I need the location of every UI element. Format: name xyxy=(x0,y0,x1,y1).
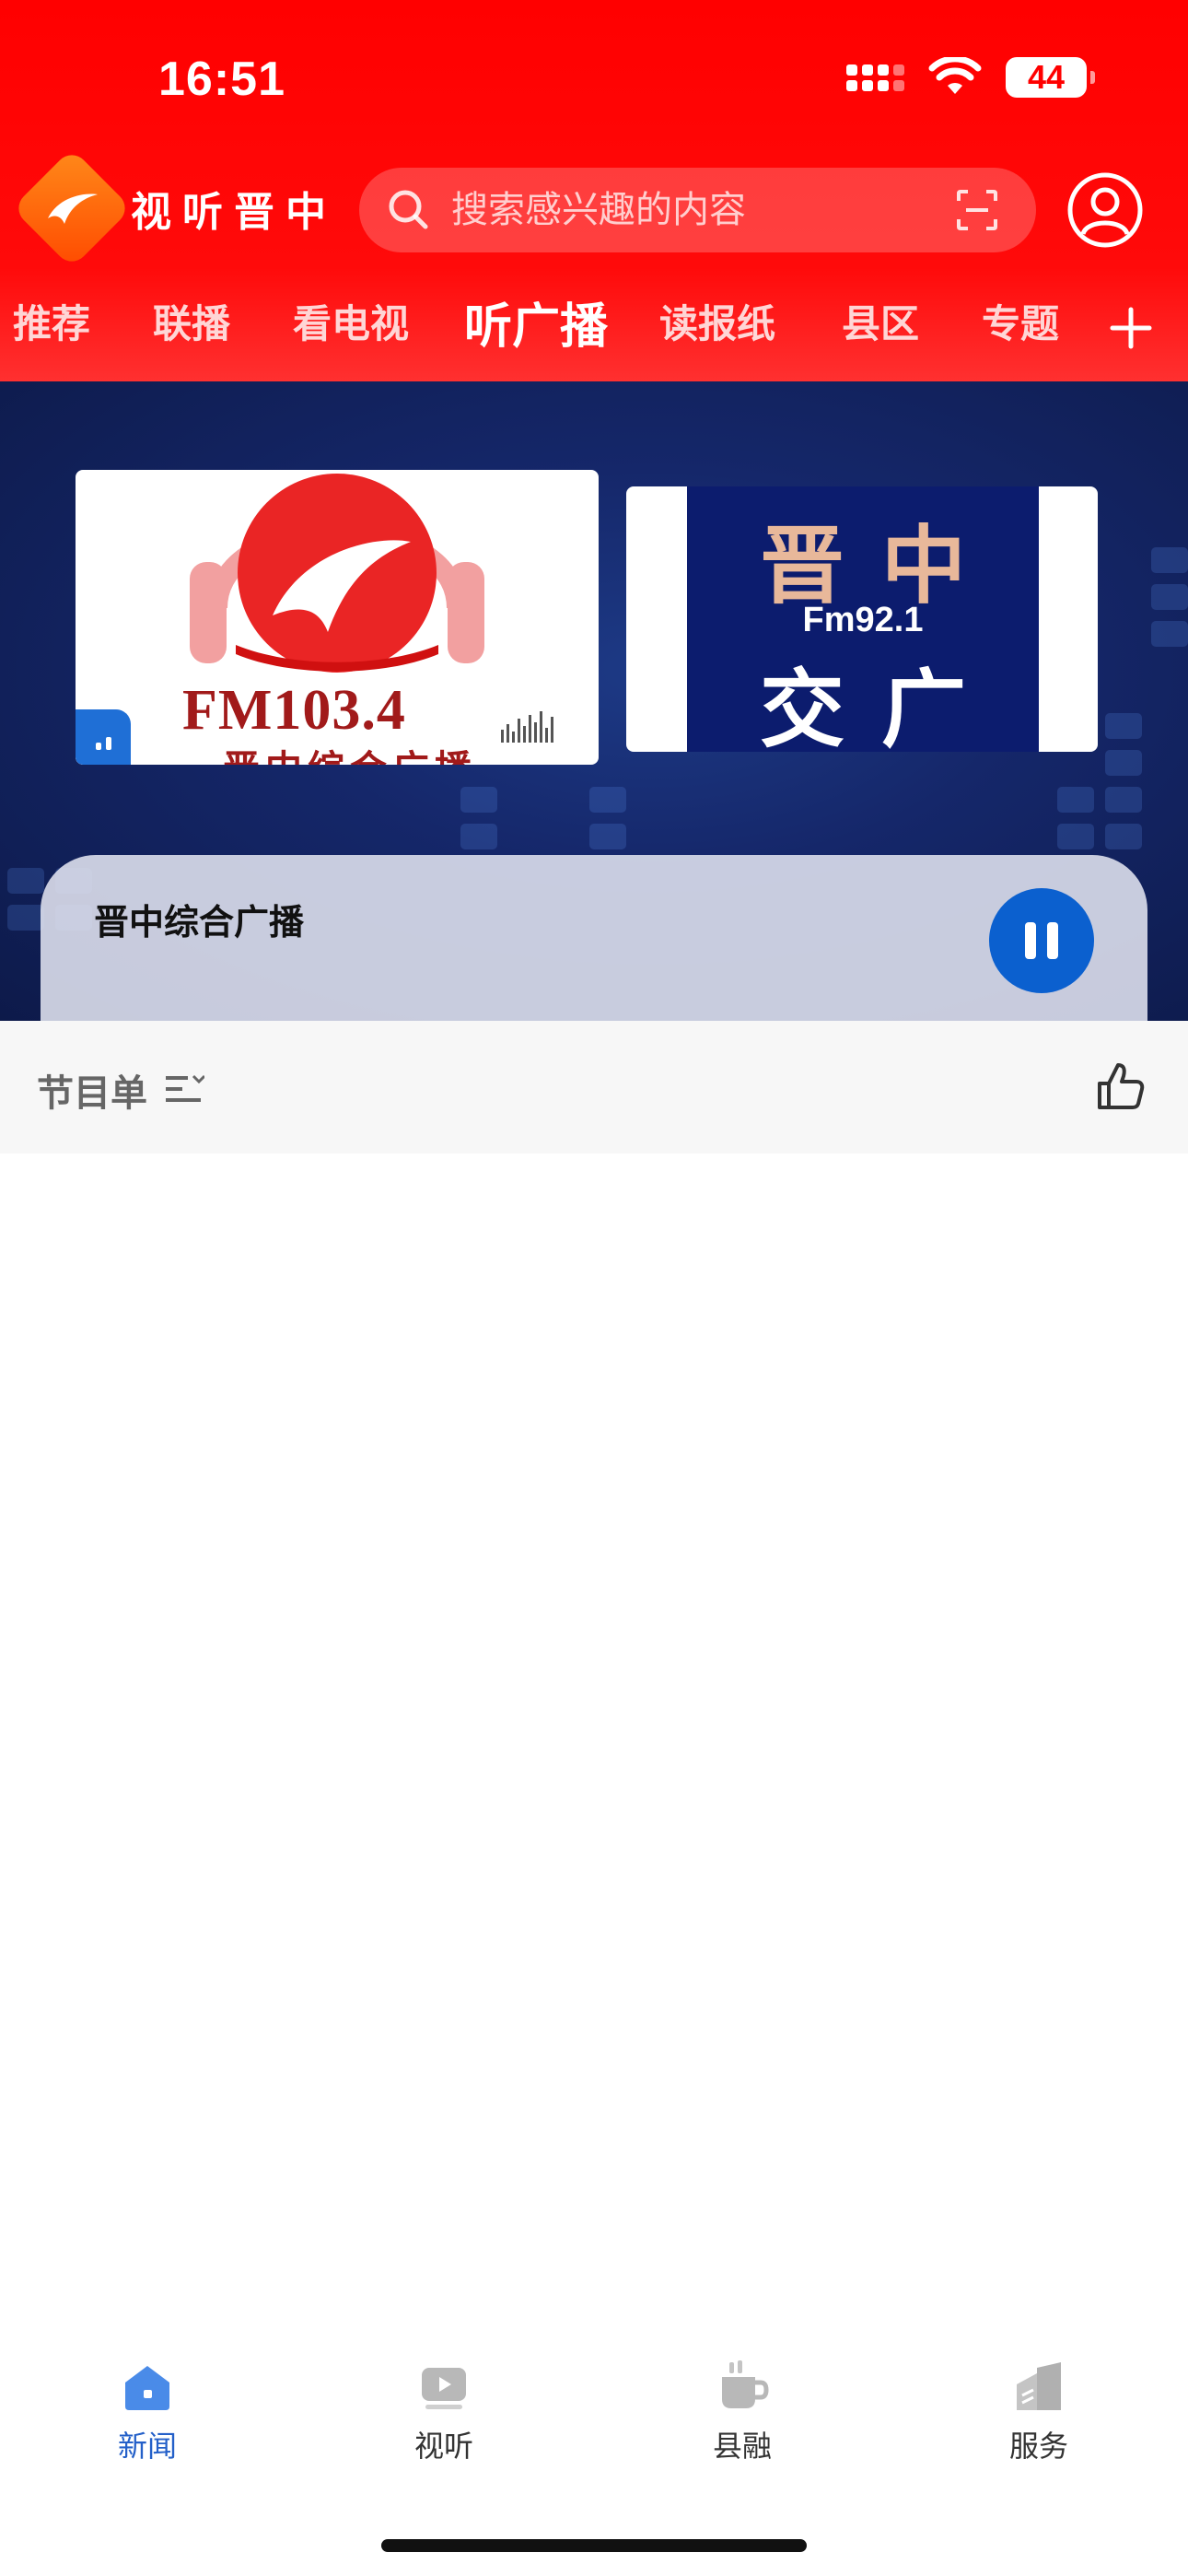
list-icon[interactable] xyxy=(164,1072,204,1106)
like-icon[interactable] xyxy=(1094,1061,1146,1113)
now-playing-panel: 晋中综合广播 xyxy=(41,855,1147,1021)
search-bar[interactable] xyxy=(359,168,1036,252)
nav-news-label: 新闻 xyxy=(117,2429,177,2464)
tab-tv[interactable]: 看电视 xyxy=(293,293,409,349)
app-header: 16:51 44 视听晋中 搜索感兴趣的内容 推荐 联播 看电视 听广播 读报纸… xyxy=(0,0,1188,381)
radio-hero: FM103.4 晋中综合广播 晋中 Fm92.1 交广 晋中综合广播 xyxy=(0,381,1188,1021)
nav-county-media[interactable]: 县融 xyxy=(650,2359,834,2465)
scan-icon[interactable] xyxy=(955,188,999,232)
status-time: 16:51 xyxy=(158,53,285,106)
pause-icon xyxy=(1025,922,1036,959)
category-tabs: 推荐 联播 看电视 听广播 读报纸 县区 专题 xyxy=(0,293,1188,367)
tab-radio[interactable]: 听广播 xyxy=(464,287,608,357)
station-subtitle-text: 晋中综合广播 xyxy=(223,739,477,765)
now-playing-badge-icon xyxy=(76,709,131,765)
tab-newspaper[interactable]: 读报纸 xyxy=(659,293,775,349)
headphone-logo-icon xyxy=(190,474,484,673)
battery-icon: 44 xyxy=(1006,57,1095,98)
add-tab-icon[interactable] xyxy=(1109,306,1153,350)
station-frequency-text: FM103.4 xyxy=(182,679,406,742)
station-logo-frequency: Fm92.1 xyxy=(802,601,924,639)
user-profile-icon[interactable] xyxy=(1066,171,1144,249)
cellular-signal-icon xyxy=(846,64,904,91)
brand-logo: 视听晋中 xyxy=(11,147,337,269)
play-icon xyxy=(422,2368,466,2409)
wifi-icon xyxy=(928,57,982,94)
nav-services[interactable]: 服务 xyxy=(947,2359,1131,2465)
cup-icon xyxy=(722,2360,769,2408)
brand-name: 视听晋中 xyxy=(131,189,337,236)
nav-county-media-label: 县融 xyxy=(712,2429,772,2464)
station-card-fm921[interactable]: 晋中 Fm92.1 交广 xyxy=(626,486,1098,752)
nav-services-label: 服务 xyxy=(1008,2429,1068,2464)
building-icon xyxy=(1017,2362,1061,2410)
tab-broadcast[interactable]: 联播 xyxy=(153,293,230,349)
tab-recommend[interactable]: 推荐 xyxy=(13,293,90,349)
nav-media[interactable]: 视听 xyxy=(352,2359,536,2465)
program-schedule-bar: 节目单 xyxy=(0,1021,1188,1153)
search-icon xyxy=(389,190,428,229)
program-schedule-label[interactable]: 节目单 xyxy=(37,1063,147,1117)
station-logo-bottom: 交广 xyxy=(759,661,1003,752)
current-station-name: 晋中综合广播 xyxy=(94,902,305,943)
status-icons: 44 xyxy=(846,57,1095,98)
brand-mark-icon xyxy=(11,147,133,269)
bars-graphic-icon xyxy=(501,711,553,743)
home-icon xyxy=(125,2366,169,2410)
station-card-fm1034[interactable]: FM103.4 晋中综合广播 xyxy=(76,470,599,765)
tab-county[interactable]: 县区 xyxy=(842,293,919,349)
nav-news[interactable]: 新闻 xyxy=(55,2359,239,2465)
tab-topics[interactable]: 专题 xyxy=(982,293,1059,349)
pause-button[interactable] xyxy=(989,888,1094,993)
station-logo-panel: 晋中 Fm92.1 交广 xyxy=(687,486,1039,752)
nav-media-label: 视听 xyxy=(413,2429,473,2464)
home-indicator[interactable] xyxy=(381,2539,807,2552)
bottom-navigation: 新闻 视听 县融 服务 xyxy=(0,2359,1188,2478)
search-input[interactable] xyxy=(451,189,930,231)
